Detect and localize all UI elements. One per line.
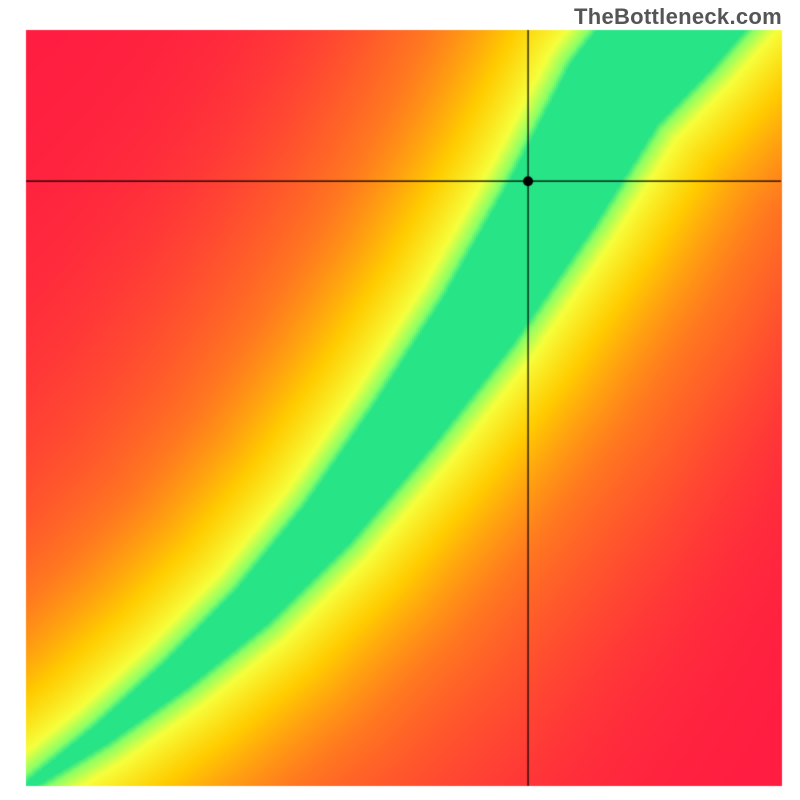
chart-container: TheBottleneck.com [0, 0, 800, 800]
bottleneck-heatmap [0, 0, 800, 800]
watermark-text: TheBottleneck.com [574, 4, 782, 30]
